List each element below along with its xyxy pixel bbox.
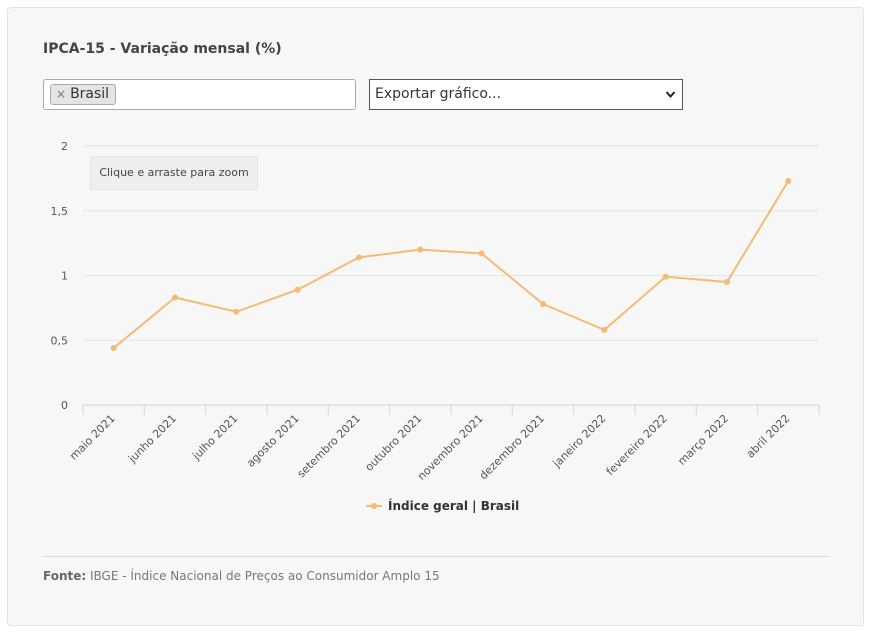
x-tick-label: dezembro 2021: [477, 412, 547, 482]
x-tick-label: novembro 2021: [415, 412, 486, 483]
x-tick-label: maio 2021: [67, 412, 118, 463]
data-point: [662, 273, 669, 280]
data-point: [110, 345, 117, 352]
data-point: [724, 278, 730, 285]
y-tick-label: 0,5: [51, 334, 69, 347]
data-point: [785, 177, 792, 184]
x-tick-label: setembro 2021: [295, 412, 363, 480]
y-tick-label: 0: [61, 399, 68, 412]
data-point: [478, 250, 485, 257]
divider: [43, 556, 829, 557]
data-point: [233, 308, 240, 315]
x-tick-label: abril 2022: [744, 412, 793, 461]
source-text: IBGE - Índice Nacional de Preços ao Cons…: [86, 569, 440, 583]
data-point: [172, 294, 178, 301]
data-point: [356, 254, 362, 261]
y-tick-label: 1,5: [51, 205, 69, 218]
y-tick-label: 1: [61, 270, 68, 283]
x-tick-label: janeiro 2022: [550, 412, 609, 471]
y-tick-label: 2: [61, 140, 68, 153]
data-point: [540, 300, 546, 307]
legend-label: Índice geral | Brasil: [388, 499, 520, 513]
source-note: Fonte: IBGE - Índice Nacional de Preços …: [43, 569, 440, 583]
line-chart[interactable]: 00,511,52 maio 2021 junho 2021 julho 2021 a…: [0, 0, 875, 635]
legend-line-marker-icon: [366, 503, 382, 509]
x-tick-label: março 2022: [675, 412, 731, 468]
x-tick-label: fevereiro 2022: [604, 412, 670, 478]
x-tick-label: agosto 2021: [244, 412, 302, 470]
x-tick-label: outubro 2021: [363, 412, 425, 474]
data-point: [601, 326, 608, 333]
x-tick-label: junho 2021: [125, 412, 179, 466]
x-tick-label: julho 2021: [189, 412, 240, 463]
data-point: [417, 246, 424, 253]
source-prefix: Fonte:: [43, 569, 87, 583]
chart-legend[interactable]: Índice geral | Brasil: [366, 499, 519, 513]
zoom-hint: Clique e arraste para zoom: [90, 156, 258, 190]
series-line: [113, 180, 790, 349]
data-point: [294, 286, 301, 293]
